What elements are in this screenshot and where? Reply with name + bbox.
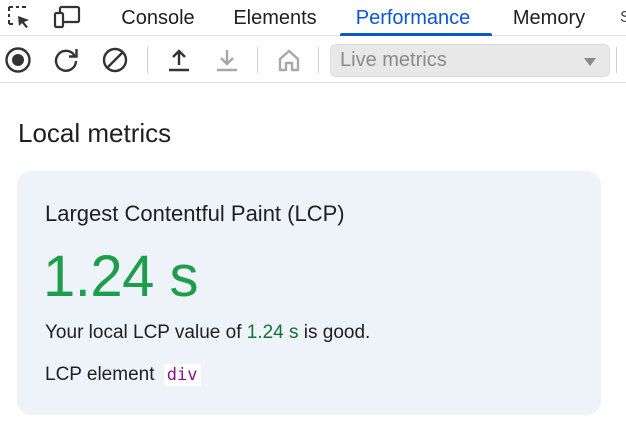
toolbar-divider xyxy=(147,47,148,73)
element-picker-icon[interactable] xyxy=(2,2,36,32)
tab-elements[interactable]: Elements xyxy=(230,0,320,36)
desc-suffix: is good. xyxy=(298,322,371,343)
performance-toolbar: Live metrics xyxy=(0,37,626,83)
active-tab-indicator xyxy=(340,33,492,36)
download-icon xyxy=(210,43,244,77)
desc-value: 1.24 s xyxy=(246,322,299,343)
upload-icon[interactable] xyxy=(162,43,196,77)
toolbar-divider xyxy=(616,47,617,73)
device-toolbar-icon[interactable] xyxy=(50,2,84,32)
lcp-element-label: LCP element xyxy=(45,364,155,385)
select-label: Live metrics xyxy=(340,49,447,71)
toolbar-divider xyxy=(318,47,319,73)
lcp-metric-card: Largest Contentful Paint (LCP) 1.24 s Yo… xyxy=(17,171,601,415)
chevron-down-icon xyxy=(584,58,596,66)
metric-title: Largest Contentful Paint (LCP) xyxy=(45,201,345,226)
tab-overflow[interactable]: S xyxy=(620,0,626,36)
reload-record-icon[interactable] xyxy=(49,43,83,77)
tab-console[interactable]: Console xyxy=(118,0,198,36)
tab-performance[interactable]: Performance xyxy=(350,0,476,36)
metric-description: Your local LCP value of 1.24 s is good. xyxy=(45,322,370,344)
desc-prefix: Your local LCP value of xyxy=(45,322,247,343)
live-metrics-select: Live metrics xyxy=(330,44,610,77)
section-title: Local metrics xyxy=(18,118,172,148)
devtools-tab-bar: Console Elements Performance Memory S xyxy=(0,0,626,36)
lcp-element-row: LCP element div xyxy=(45,364,201,386)
lcp-element-tag[interactable]: div xyxy=(163,364,201,386)
toolbar-divider xyxy=(257,47,258,73)
clear-icon[interactable] xyxy=(98,43,132,77)
record-icon[interactable] xyxy=(1,43,35,77)
tab-memory[interactable]: Memory xyxy=(506,0,592,36)
metric-value: 1.24 s xyxy=(43,244,199,309)
home-icon xyxy=(272,43,306,77)
